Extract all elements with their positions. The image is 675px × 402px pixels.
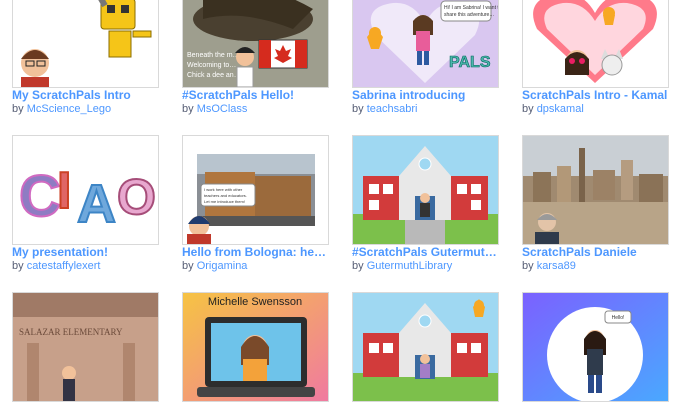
- project-author-line: by dpskamal: [522, 103, 584, 115]
- canada-thumbnail: Beneath the m… Welcoming to… Chick a dee…: [183, 0, 328, 87]
- project-thumbnail[interactable]: Beneath the m… Welcoming to… Chick a dee…: [182, 0, 329, 88]
- svg-text:SALAZAR ELEMENTARY: SALAZAR ELEMENTARY: [19, 327, 123, 337]
- svg-text:@dpskamal: @dpskamal: [625, 74, 663, 81]
- project-author-line: by MsOClass: [182, 103, 248, 115]
- project-thumbnail[interactable]: [352, 292, 499, 402]
- project-author-line: by catestaffylexert: [12, 260, 101, 272]
- svg-text:Michelle Swensson: Michelle Swensson: [208, 296, 302, 308]
- salazar-elementary-thumbnail: SALAZAR ELEMENTARY: [13, 293, 158, 401]
- svg-text:Hello!: Hello!: [612, 315, 625, 321]
- bologna-thumbnail: I work here with other teachers and educ…: [183, 136, 328, 244]
- svg-text:Hi! I am Sabrina! I want to: Hi! I am Sabrina! I want to: [444, 5, 498, 11]
- project-thumbnail[interactable]: [522, 135, 669, 245]
- school-building-thumbnail: [353, 293, 498, 401]
- author-link[interactable]: GutermuthLibrary: [367, 260, 453, 272]
- project-author-line: by McScience_Lego: [12, 103, 112, 115]
- heart-avatar-thumbnail: @dpskamal: [523, 0, 668, 87]
- project-thumbnail[interactable]: Hello!: [522, 292, 669, 402]
- svg-text:I work here with other: I work here with other: [204, 187, 243, 192]
- svg-text:Chick a dee an…: Chick a dee an…: [187, 72, 241, 79]
- author-link[interactable]: MsOClass: [197, 103, 248, 115]
- author-link[interactable]: teachsabri: [367, 103, 418, 115]
- svg-text:share this adventure…: share this adventure…: [444, 12, 494, 18]
- project-thumbnail[interactable]: I work here with other teachers and educ…: [182, 135, 329, 245]
- project-title[interactable]: #ScratchPals Hello!: [182, 88, 342, 102]
- author-link[interactable]: karsa89: [537, 260, 576, 272]
- project-thumbnail[interactable]: Hi! I am Sabrina! I want to share this a…: [352, 0, 499, 88]
- author-link[interactable]: Origamina: [197, 260, 248, 272]
- svg-text:Let me introduce them!: Let me introduce them!: [204, 199, 245, 204]
- scratch-pals-thumbnail: Hi! I am Sabrina! I want to share this a…: [353, 0, 498, 87]
- author-link[interactable]: McScience_Lego: [27, 103, 111, 115]
- project-author-line: by GutermuthLibrary: [352, 260, 453, 272]
- project-title[interactable]: #ScratchPals Gutermut…: [352, 245, 512, 259]
- project-author-line: by karsa89: [522, 260, 576, 272]
- svg-text:PALS: PALS: [449, 54, 491, 71]
- project-title[interactable]: Sabrina introducing: [352, 88, 512, 102]
- svg-text:Beneath the m…: Beneath the m…: [187, 52, 240, 59]
- project-author-line: by teachsabri: [352, 103, 418, 115]
- ciao-thumbnail: C I A O: [13, 136, 158, 244]
- robot-avatar-thumbnail: [13, 0, 158, 87]
- project-thumbnail[interactable]: @dpskamal: [522, 0, 669, 88]
- svg-text:Welcoming to…: Welcoming to…: [187, 62, 236, 69]
- author-link[interactable]: catestaffylexert: [27, 260, 101, 272]
- project-thumbnail[interactable]: Michelle Swensson: [182, 292, 329, 402]
- project-title[interactable]: Hello from Bologna: he…: [182, 245, 342, 259]
- project-thumbnail[interactable]: [352, 135, 499, 245]
- svg-text:A: A: [77, 174, 116, 234]
- project-thumbnail[interactable]: [12, 0, 159, 88]
- project-title[interactable]: ScratchPals Daniele: [522, 245, 675, 259]
- city-photo-thumbnail: [523, 136, 668, 244]
- svg-text:teachers and educators.: teachers and educators.: [204, 193, 247, 198]
- project-title[interactable]: ScratchPals Intro - Kamal: [522, 88, 675, 102]
- school-building-thumbnail: [353, 136, 498, 244]
- project-title[interactable]: My presentation!: [12, 245, 172, 259]
- project-author-line: by Origamina: [182, 260, 248, 272]
- project-thumbnail[interactable]: SALAZAR ELEMENTARY: [12, 292, 159, 402]
- svg-text:O: O: [117, 169, 156, 225]
- svg-text:I: I: [57, 162, 71, 220]
- svg-text:C: C: [19, 164, 61, 229]
- author-link[interactable]: dpskamal: [537, 103, 584, 115]
- hello-avatar-thumbnail: Hello!: [523, 293, 668, 401]
- michelle-laptop-thumbnail: Michelle Swensson: [183, 293, 328, 401]
- project-title[interactable]: My ScratchPals Intro: [12, 88, 172, 102]
- project-thumbnail[interactable]: C I A O: [12, 135, 159, 245]
